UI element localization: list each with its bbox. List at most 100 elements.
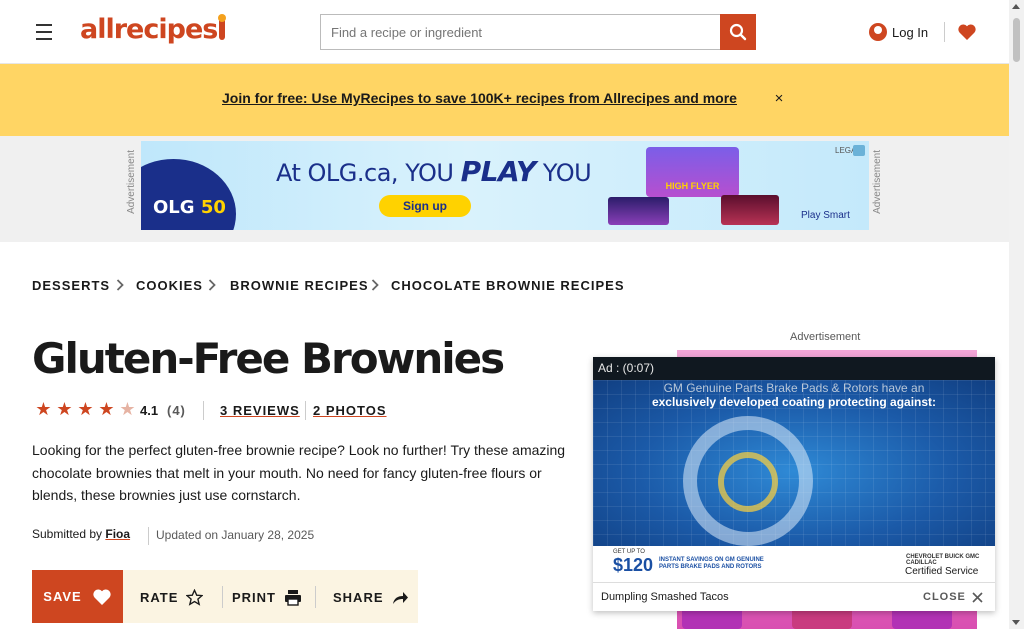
scrollbar-thumb[interactable] [1013, 18, 1020, 62]
ad-play-smart: Play Smart [801, 210, 850, 221]
rating-count: (4) [167, 403, 186, 418]
ad-signup-button[interactable]: Sign up [379, 195, 471, 217]
video-ad-footer: Dumpling Smashed Tacos CLOSE [593, 582, 995, 611]
submitted-prefix: Submitted by [32, 527, 106, 541]
close-video-button[interactable]: CLOSE [923, 589, 983, 605]
ad-headline-you: YOU [405, 159, 461, 187]
author-link[interactable]: Fioa [105, 527, 130, 541]
gm-brands: CHEVROLET BUICK GMC CADILLAC [906, 554, 980, 566]
updated-date: Updated on January 28, 2025 [156, 528, 315, 542]
allrecipes-logo[interactable]: allrecipes [80, 14, 227, 45]
byline: Submitted by Fioa [32, 527, 130, 541]
rating-stars[interactable]: ★ ★ ★ ★ ★ [34, 400, 137, 419]
star-full-icon[interactable]: ★ [55, 400, 74, 419]
star-outline-icon [186, 588, 204, 606]
page: allrecipes Log In Join for free: Use MyR… [0, 0, 1024, 629]
olg-brand: OLG [153, 197, 195, 218]
share-arrow-icon [392, 591, 408, 604]
header-divider [944, 22, 945, 42]
description-line: blends, these brownies just use cornstar… [32, 487, 301, 503]
star-empty-icon[interactable]: ★ [118, 400, 137, 419]
chevron-right-icon [116, 279, 124, 291]
video-ad-header: Ad : (0:07) [593, 357, 995, 380]
close-label: CLOSE [923, 591, 966, 603]
ad-shape [141, 159, 236, 230]
scroll-up-icon[interactable] [1012, 4, 1020, 9]
offer-line: PARTS BRAKE PADS AND ROTORS [659, 564, 762, 570]
olg-anniversary: 50 [200, 197, 226, 218]
video-frame[interactable]: GM Genuine Parts Brake Pads & Rotors hav… [593, 380, 995, 546]
scroll-down-icon[interactable] [1012, 620, 1020, 625]
ad-game-image-2 [608, 197, 669, 225]
video-caption-line1: GM Genuine Parts Brake Pads & Rotors hav… [663, 381, 925, 395]
offer-description: INSTANT SAVINGS ON GM GENUINE PARTS BRAK… [659, 557, 764, 571]
ad-side-label-right: Advertisement [872, 150, 883, 214]
ad-headline-post: YOU [535, 159, 592, 187]
offer-price: $120 [613, 555, 654, 575]
menu-icon[interactable] [30, 20, 58, 44]
olg-banner-ad[interactable]: OLG 50 At OLG.ca, YOU PLAY YOU Sign up H… [141, 141, 869, 230]
reviews-link[interactable]: 3 REVIEWS [220, 403, 300, 418]
ad-side-label-left: Advertisement [126, 150, 137, 214]
offer-line: INSTANT SAVINGS ON GM GENUINE [659, 557, 764, 563]
right-ad-label: Advertisement [790, 331, 861, 343]
star-full-icon[interactable]: ★ [76, 400, 95, 419]
rate-button[interactable]: RATE [140, 588, 204, 606]
action-divider [222, 586, 223, 608]
login-label: Log In [892, 24, 929, 40]
promo-close-button[interactable]: × [771, 91, 787, 107]
star-full-icon[interactable]: ★ [34, 400, 53, 419]
page-scrollbar[interactable] [1009, 0, 1024, 629]
video-ad-player[interactable]: Ad : (0:07) GM Genuine Parts Brake Pads … [593, 357, 995, 611]
search-icon [729, 23, 747, 41]
site-header: allrecipes Log In [0, 0, 1009, 64]
saved-recipes-button[interactable] [955, 20, 979, 44]
video-caption: GM Genuine Parts Brake Pads & Rotors hav… [593, 380, 995, 409]
description-line: Looking for the perfect gluten-free brow… [32, 442, 566, 458]
rate-label: RATE [140, 589, 179, 605]
byline-divider [148, 527, 149, 545]
ad-headline: At OLG.ca, YOU PLAY YOU [276, 155, 592, 188]
print-button[interactable]: PRINT [232, 588, 302, 606]
share-label: SHARE [333, 589, 384, 605]
ad-game-title: HIGH FLYER [665, 181, 720, 191]
ad-game-image: HIGH FLYER [646, 147, 739, 197]
video-offer-strip: GET UP TO $120 INSTANT SAVINGS ON GM GEN… [593, 546, 995, 582]
breadcrumb-chocolate-brownie-recipes[interactable]: CHOCOLATE BROWNIE RECIPES [391, 278, 625, 293]
save-button[interactable]: SAVE [32, 570, 123, 623]
save-label: SAVE [43, 589, 82, 604]
rating-value: 4.1 [140, 403, 159, 418]
logo-mark [218, 14, 227, 40]
adchoices-icon[interactable] [853, 145, 865, 156]
recipe-description: Looking for the perfect gluten-free brow… [32, 439, 592, 507]
ad-timer: Ad : (0:07) [598, 361, 655, 375]
video-title: Dumpling Smashed Tacos [601, 591, 729, 603]
print-label: PRINT [232, 589, 276, 605]
search-input[interactable] [320, 14, 720, 50]
recipe-title: Gluten-Free Brownies [32, 334, 505, 383]
ad-game-image-3 [721, 195, 779, 225]
share-button[interactable]: SHARE [333, 588, 409, 606]
heart-icon [93, 588, 111, 605]
meta-divider [203, 401, 204, 420]
promo-join-link[interactable]: Join for free: Use MyRecipes to save 100… [222, 90, 737, 106]
close-icon [972, 591, 983, 603]
ad-headline-play: PLAY [460, 155, 537, 188]
photos-link[interactable]: 2 PHOTOS [313, 403, 387, 418]
meta-divider [305, 401, 306, 420]
breadcrumb-desserts[interactable]: DESSERTS [32, 278, 110, 293]
breadcrumb-cookies[interactable]: COOKIES [136, 278, 203, 293]
heart-icon [958, 24, 976, 40]
description-line: chocolate brownies that melt in your mou… [32, 464, 542, 481]
logo-text: allrecipes [80, 14, 218, 45]
action-divider [315, 586, 316, 608]
search-button[interactable] [720, 14, 756, 50]
breadcrumb-brownie-recipes[interactable]: BROWNIE RECIPES [230, 278, 369, 293]
brake-rotor-hub [718, 452, 778, 512]
printer-icon [285, 589, 301, 606]
star-full-icon[interactable]: ★ [97, 400, 116, 419]
login-link[interactable]: Log In [869, 20, 928, 44]
chevron-right-icon [371, 279, 379, 291]
chevron-right-icon [208, 279, 216, 291]
user-icon [869, 23, 887, 41]
